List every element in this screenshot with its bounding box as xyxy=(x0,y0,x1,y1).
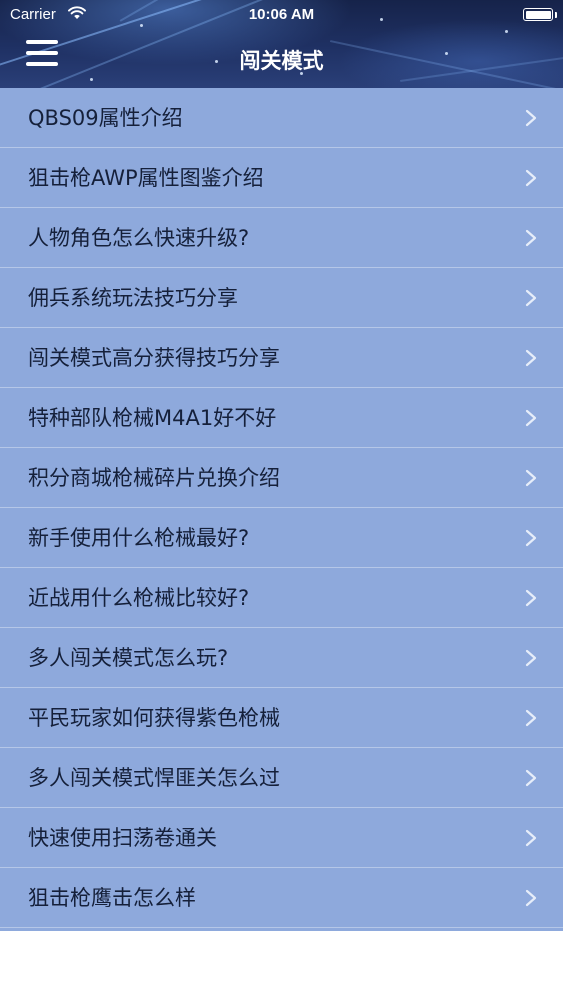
chevron-right-icon xyxy=(525,829,537,847)
list-item[interactable]: 多人闯关模式怎么玩? xyxy=(0,628,563,688)
chevron-right-icon xyxy=(525,529,537,547)
chevron-right-icon xyxy=(525,889,537,907)
chevron-right-icon xyxy=(525,469,537,487)
page-title: 闯关模式 xyxy=(239,49,324,73)
list-item-label: 近战用什么枪械比较好? xyxy=(28,586,250,610)
chevron-right-icon xyxy=(525,709,537,727)
navigation-header: Carrier 10:06 AM 闯关模式 xyxy=(0,0,563,88)
status-bar: Carrier 10:06 AM xyxy=(0,0,563,30)
list-item[interactable]: 狙击枪鹰击怎么样 xyxy=(0,868,563,928)
list-item-label: 新手使用什么枪械最好? xyxy=(28,526,250,550)
list-item-label: 特种部队枪械M4A1好不好 xyxy=(28,406,277,430)
list-item-label: 多人闯关模式怎么玩? xyxy=(28,646,229,670)
chevron-right-icon xyxy=(525,349,537,367)
chevron-right-icon xyxy=(525,169,537,187)
chevron-right-icon xyxy=(525,109,537,127)
list-item-label: 平民玩家如何获得紫色枪械 xyxy=(28,706,280,730)
list-item[interactable]: QBS09属性介绍 xyxy=(0,88,563,148)
list-item-label: 佣兵系统玩法技巧分享 xyxy=(28,286,238,310)
list-item-label: QBS09属性介绍 xyxy=(28,106,183,130)
hamburger-menu-icon xyxy=(26,40,58,44)
list-item[interactable]: 狙击枪AWP属性图鉴介绍 xyxy=(0,148,563,208)
list-item-label: 闯关模式高分获得技巧分享 xyxy=(28,346,280,370)
list-item-label: 快速使用扫荡卷通关 xyxy=(28,826,217,850)
chevron-right-icon xyxy=(525,649,537,667)
list-item-label: 人物角色怎么快速升级? xyxy=(28,226,250,250)
list-item[interactable]: 积分商城枪械碎片兑换介绍 xyxy=(0,448,563,508)
list-item[interactable]: 近战用什么枪械比较好? xyxy=(0,568,563,628)
chevron-right-icon xyxy=(525,409,537,427)
battery-icon xyxy=(523,8,553,21)
list-item[interactable]: 特种部队枪械M4A1好不好 xyxy=(0,388,563,448)
chevron-right-icon xyxy=(525,589,537,607)
article-list: QBS09属性介绍 狙击枪AWP属性图鉴介绍 人物角色怎么快速升级? 佣兵系统玩… xyxy=(0,88,563,931)
chevron-right-icon xyxy=(525,769,537,787)
list-item[interactable]: 多人闯关模式悍匪关怎么过 xyxy=(0,748,563,808)
list-item[interactable]: 人物角色怎么快速升级? xyxy=(0,208,563,268)
list-item[interactable]: 闯关模式高分获得技巧分享 xyxy=(0,328,563,388)
clock-label: 10:06 AM xyxy=(248,6,315,23)
list-item[interactable]: 平民玩家如何获得紫色枪械 xyxy=(0,688,563,748)
list-item[interactable]: 佣兵系统玩法技巧分享 xyxy=(0,268,563,328)
list-item-label: 积分商城枪械碎片兑换介绍 xyxy=(28,466,280,490)
list-item[interactable]: 新手使用什么枪械最好? xyxy=(0,508,563,568)
list-item[interactable]: 快速使用扫荡卷通关 xyxy=(0,808,563,868)
list-item-label: 狙击枪鹰击怎么样 xyxy=(28,886,196,910)
chevron-right-icon xyxy=(525,229,537,247)
battery-tip xyxy=(555,12,557,18)
list-item-label: 多人闯关模式悍匪关怎么过 xyxy=(28,766,280,790)
chevron-right-icon xyxy=(525,289,537,307)
list-item-label: 狙击枪AWP属性图鉴介绍 xyxy=(28,166,264,190)
